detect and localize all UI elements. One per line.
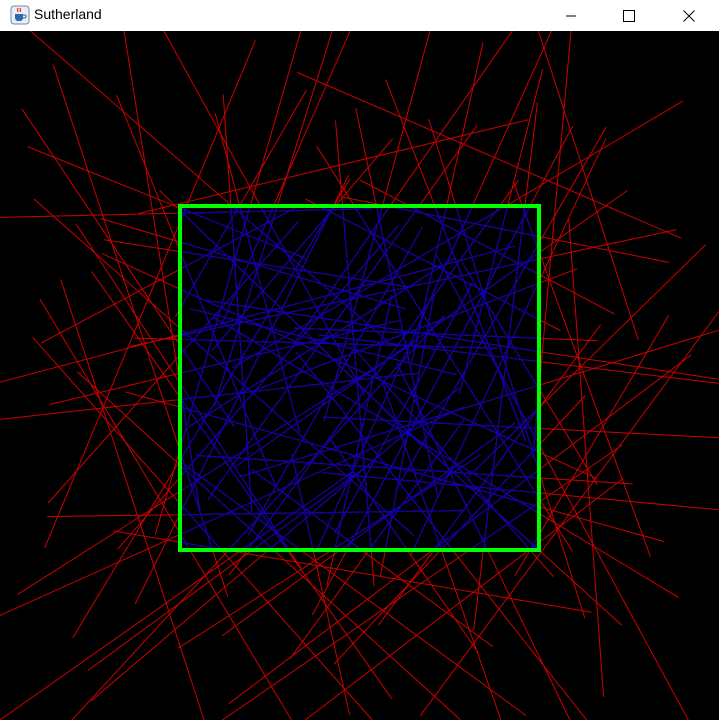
clipped-segment	[342, 205, 372, 551]
clipped-segment	[179, 327, 415, 536]
clipped-segment	[179, 319, 401, 374]
clipping-scene	[0, 31, 719, 720]
minimize-button[interactable]	[542, 0, 600, 31]
clipped-segment	[179, 241, 406, 310]
clipped-segment	[433, 407, 540, 551]
clipped-segment	[207, 205, 420, 500]
clipped-segment	[179, 338, 498, 349]
clipped-segment	[482, 205, 526, 551]
close-icon	[683, 9, 695, 22]
minimize-icon	[565, 10, 577, 22]
outside-segment	[568, 218, 605, 698]
clipped-segment	[206, 299, 540, 353]
clipped-segment	[469, 501, 540, 551]
app-window: Sutherland	[0, 0, 719, 720]
outside-segment	[222, 444, 623, 720]
clipped-segment	[241, 472, 352, 551]
clipped-segment	[179, 372, 419, 400]
outside-segment	[304, 477, 625, 720]
clipped-segment	[412, 281, 540, 551]
outside-segments	[0, 31, 719, 720]
outside-segment	[44, 40, 256, 549]
clipped-segment	[396, 362, 489, 551]
outside-segment	[138, 119, 529, 214]
outside-segment	[537, 31, 639, 341]
drawing-canvas	[0, 31, 719, 720]
clipped-segment	[395, 242, 540, 490]
java-coffee-cup-icon	[10, 5, 30, 25]
clipped-segment	[461, 261, 540, 390]
maximize-button[interactable]	[600, 0, 658, 31]
close-button[interactable]	[659, 0, 719, 31]
clipped-segments	[179, 205, 540, 551]
clipped-segment	[213, 316, 540, 514]
clipped-segment	[521, 205, 540, 252]
clipped-segment	[179, 385, 201, 512]
clipped-segment	[268, 387, 460, 551]
outside-segment	[39, 298, 292, 720]
clipped-segment	[179, 205, 334, 515]
window-title: Sutherland	[34, 6, 102, 22]
maximize-icon	[623, 9, 635, 22]
clipped-segment	[375, 205, 439, 499]
outside-segment	[297, 72, 682, 239]
title-bar[interactable]: Sutherland	[0, 0, 719, 31]
